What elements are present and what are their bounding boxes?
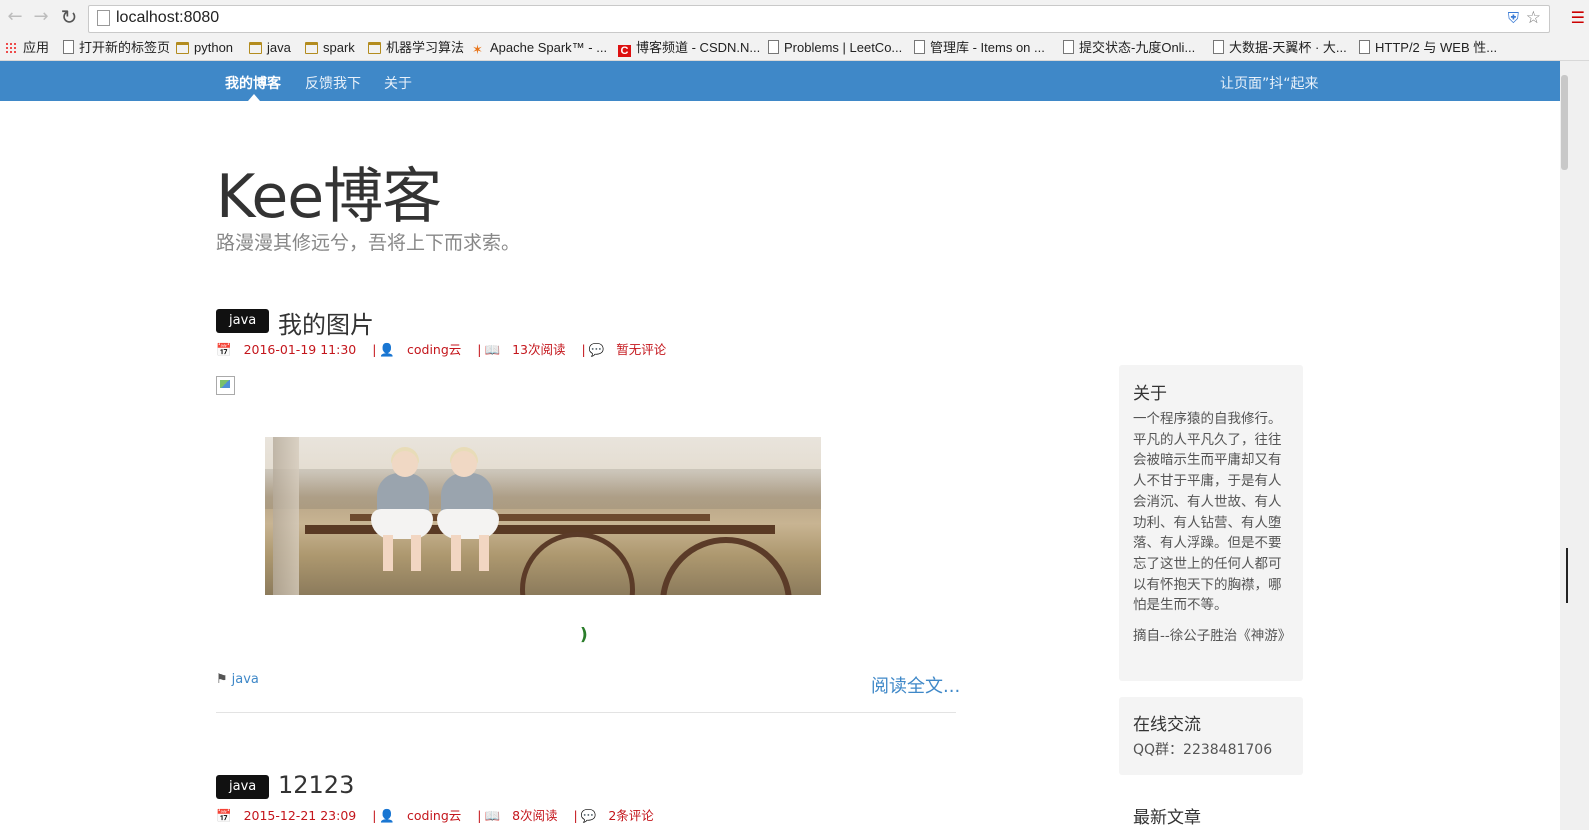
- tag-icon: ⚑: [216, 672, 228, 687]
- about-card: 关于 一个程序猿的自我修行。平凡的人平凡久了，往往会被暗示生而平庸却又有人不甘于…: [1119, 365, 1303, 681]
- avatar-icon: [1359, 40, 1370, 54]
- post-divider: [216, 712, 956, 713]
- nav-my-blog[interactable]: 我的博客: [225, 73, 281, 93]
- bookmark-new-tab[interactable]: 打开新的标签页: [63, 39, 170, 56]
- bookmark-java[interactable]: java: [249, 39, 291, 56]
- menu-icon[interactable]: ☰: [1571, 8, 1585, 27]
- leetcode-icon: [768, 40, 779, 54]
- folder-icon: [368, 42, 381, 54]
- post-tag-badge[interactable]: java: [216, 775, 270, 799]
- user-icon: 👤: [379, 342, 395, 357]
- csdn-icon: C: [618, 45, 631, 57]
- bookmark-jiudu[interactable]: 提交状态-九度Onli...: [1063, 39, 1195, 56]
- apps-icon: [5, 42, 18, 54]
- page-icon: [63, 40, 74, 54]
- forward-icon[interactable]: →: [30, 6, 52, 28]
- site-navbar: 我的博客 反馈我下 关于 让页面”抖“起来: [0, 61, 1560, 101]
- book-icon: 📖: [484, 342, 501, 357]
- star-icon: ✶: [472, 42, 483, 57]
- site-subtitle: 路漫漫其修远兮，吾将上下而求索。: [216, 232, 521, 254]
- post-tag-badge[interactable]: java: [216, 309, 270, 333]
- page-icon: [97, 10, 110, 26]
- broken-image-icon: [216, 376, 235, 395]
- post-author[interactable]: coding云: [407, 342, 461, 357]
- scrollbar-thumb[interactable]: [1561, 75, 1568, 170]
- contact-card: 在线交流 QQ群：2238481706: [1119, 697, 1303, 775]
- book-icon: 📖: [484, 808, 501, 823]
- bookmark-manage[interactable]: 管理库 - Items on ...: [914, 39, 1045, 56]
- bookmark-bigdata[interactable]: 大数据-天翼杯 · 大...: [1213, 39, 1347, 56]
- post-date: 2016-01-19 11:30: [243, 342, 357, 357]
- post-author[interactable]: coding云: [407, 808, 461, 823]
- contact-qq: QQ群：2238481706: [1133, 742, 1273, 758]
- bookmark-http2[interactable]: HTTP/2 与 WEB 性...: [1359, 39, 1497, 56]
- bookmark-star-icon[interactable]: ☆: [1526, 8, 1541, 28]
- browser-toolbar: ← → ↻ localhost:8080 ⛨ ☆ ☰: [0, 0, 1589, 37]
- post-date: 2015-12-21 23:09: [243, 808, 357, 823]
- post-comments[interactable]: 2条评论: [608, 808, 653, 823]
- site-title[interactable]: Kee博客: [216, 148, 442, 235]
- jiudu-icon: [1063, 40, 1074, 54]
- user-icon: 👤: [379, 808, 395, 823]
- bookmark-csdn[interactable]: C 博客频道 - CSDN.N...: [618, 39, 760, 57]
- post-title[interactable]: 我的图片: [278, 305, 374, 340]
- back-icon[interactable]: ←: [4, 6, 26, 28]
- bookmark-ml[interactable]: 机器学习算法: [368, 39, 464, 56]
- active-caret-icon: [248, 94, 260, 101]
- folder-icon: [305, 42, 318, 54]
- post-meta: 📅 2015-12-21 23:09 | 👤 coding云 | 📖 8次阅读 | 💬 2条评…: [216, 808, 654, 823]
- post-title[interactable]: 12123: [278, 771, 354, 799]
- comment-icon: 💬: [588, 342, 605, 357]
- comment-icon: 💬: [580, 808, 597, 823]
- bookmark-spark[interactable]: spark: [305, 39, 355, 56]
- folder-icon: [176, 42, 189, 54]
- scrollbar-track[interactable]: [1560, 61, 1589, 830]
- about-text: 一个程序猿的自我修行。平凡的人平凡久了，往往会被暗示生而平庸却又有人不甘于平庸，…: [1133, 411, 1282, 614]
- recent-posts-title: 最新文章: [1133, 808, 1201, 828]
- nav-feedback[interactable]: 反馈我下: [305, 73, 361, 93]
- calendar-icon: 📅: [216, 342, 232, 357]
- bookmark-apache-spark[interactable]: ✶ Apache Spark™ - ...: [472, 39, 607, 57]
- folder-icon: [249, 42, 262, 54]
- bookmark-python[interactable]: python: [176, 39, 233, 56]
- post-meta: 📅 2016-01-19 11:30 | 👤 coding云 | 📖 13次阅读 | 💬 暂无…: [216, 342, 667, 357]
- bookmark-apps[interactable]: 应用: [5, 39, 49, 56]
- url-text[interactable]: localhost:8080: [116, 9, 219, 27]
- shield-icon[interactable]: ⛨: [1508, 9, 1519, 27]
- calendar-icon: 📅: [216, 808, 232, 823]
- bookmark-leetcode[interactable]: Problems | LeetCo...: [768, 39, 902, 56]
- address-bar[interactable]: localhost:8080 ⛨ ☆: [88, 5, 1550, 33]
- cloud-icon: [914, 40, 925, 54]
- scroll-marker: [1566, 548, 1568, 603]
- about-title: 关于: [1133, 384, 1167, 404]
- contact-title: 在线交流: [1133, 715, 1201, 735]
- nav-shake-page[interactable]: 让页面”抖“起来: [1220, 73, 1319, 93]
- about-quote: 摘自--徐公子胜治《神游》: [1133, 628, 1292, 644]
- post-photo: [265, 437, 821, 595]
- bookmarks-bar: 应用 打开新的标签页 python java spark 机器学习算法 ✶ Apa…: [0, 36, 1589, 61]
- post-reads: 8次阅读: [512, 808, 558, 823]
- page-icon: [1213, 40, 1224, 54]
- read-more-link[interactable]: 阅读全文...: [871, 672, 960, 698]
- post-footer-tag[interactable]: ⚑ java: [216, 672, 259, 687]
- post-comments[interactable]: 暂无评论: [616, 342, 666, 357]
- post-excerpt-text: ): [580, 625, 588, 645]
- reload-icon[interactable]: ↻: [58, 6, 80, 28]
- nav-about[interactable]: 关于: [384, 73, 412, 93]
- post-reads: 13次阅读: [512, 342, 566, 357]
